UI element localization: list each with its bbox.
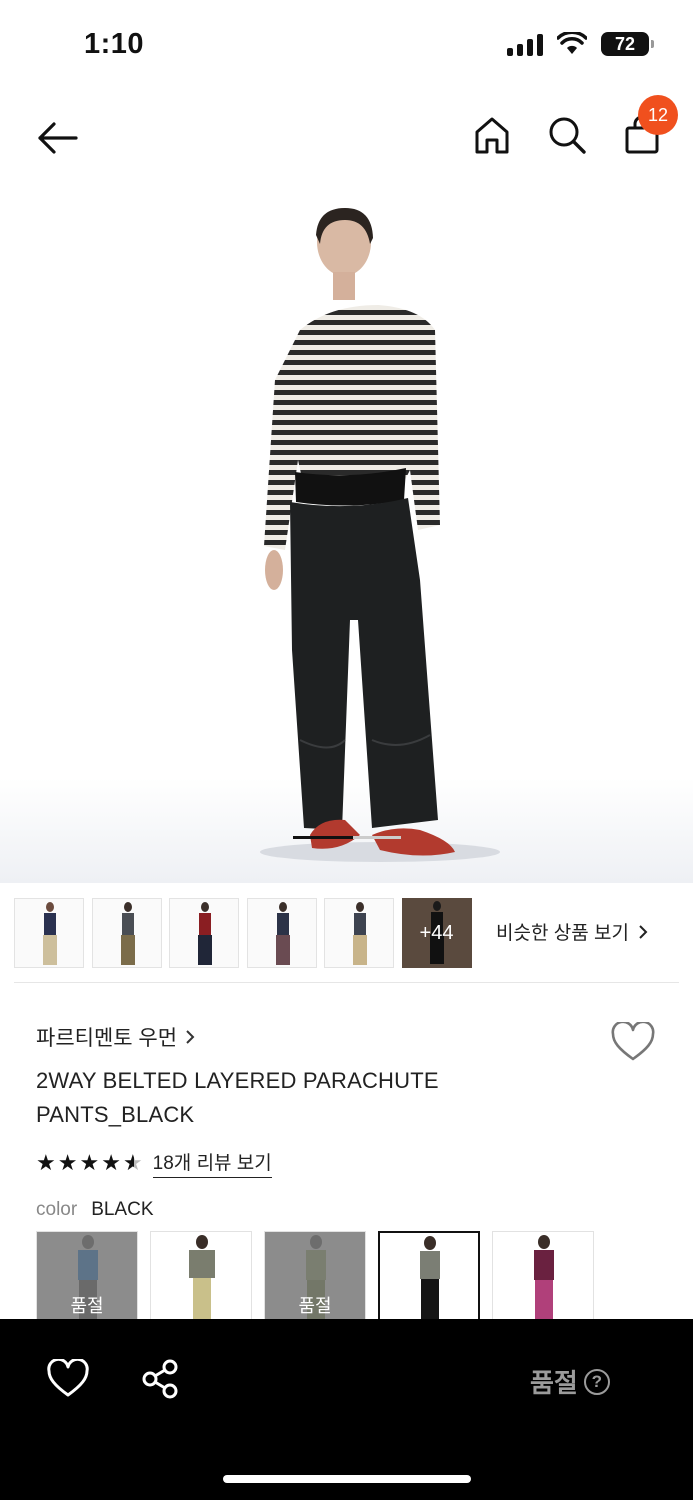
chevron-right-icon bbox=[186, 1030, 195, 1044]
divider bbox=[14, 982, 679, 983]
thumbnail-item[interactable] bbox=[169, 898, 239, 968]
wifi-icon bbox=[557, 32, 587, 54]
star-icon: ★ bbox=[79, 1150, 100, 1175]
chevron-right-icon bbox=[639, 924, 648, 939]
brand-name: 파르티멘토 우먼 bbox=[36, 1027, 178, 1050]
product-name: 2WAY BELTED LAYERED PARACHUTE PANTS_BLAC… bbox=[36, 1064, 556, 1132]
similar-products-label: 비슷한 상품 보기 bbox=[496, 923, 629, 944]
help-icon[interactable]: ? bbox=[583, 1368, 610, 1395]
brand-link[interactable]: 파르티멘토 우먼 bbox=[36, 1022, 195, 1052]
product-name-line-2: PANTS_BLACK bbox=[36, 1102, 195, 1127]
star-icon: ★ bbox=[36, 1150, 56, 1175]
star-rating: ★ ★ ★ ★ ★ bbox=[36, 1150, 143, 1176]
status-icons: 72 bbox=[507, 32, 654, 56]
thumbnail-more-button[interactable]: +44 bbox=[401, 898, 472, 968]
color-label: color bbox=[36, 1199, 78, 1220]
model-illustration bbox=[260, 208, 500, 862]
bottom-action-bar: 품절 ? bbox=[0, 1319, 693, 1500]
search-icon[interactable] bbox=[545, 113, 589, 157]
share-icon[interactable] bbox=[138, 1357, 182, 1401]
back-arrow-icon[interactable] bbox=[34, 115, 80, 161]
thumbnail-item[interactable] bbox=[14, 898, 84, 968]
signal-icon bbox=[507, 32, 543, 56]
image-pager bbox=[293, 836, 401, 839]
home-indicator bbox=[223, 1475, 471, 1483]
sold-out-label: 품절 bbox=[298, 1296, 332, 1316]
color-value: BLACK bbox=[91, 1199, 154, 1220]
review-link[interactable]: 18개 리뷰 보기 bbox=[152, 1148, 272, 1178]
star-icon: ★ bbox=[101, 1150, 121, 1175]
cart-count-badge: 12 bbox=[638, 95, 678, 135]
status-time: 1:10 bbox=[84, 28, 145, 60]
color-row: color BLACK bbox=[36, 1199, 154, 1221]
sold-out-status: 품절 ? bbox=[530, 1363, 610, 1400]
half-star-icon: ★ bbox=[122, 1150, 143, 1175]
swatch-magenta[interactable] bbox=[492, 1231, 594, 1323]
color-swatches: 품절 품절 bbox=[36, 1231, 594, 1323]
swatch-olive[interactable]: 품절 bbox=[264, 1231, 366, 1323]
thumbnail-item[interactable] bbox=[246, 898, 317, 968]
home-icon[interactable] bbox=[470, 113, 514, 157]
battery-icon: 72 bbox=[601, 32, 654, 56]
wishlist-heart-icon[interactable] bbox=[46, 1359, 90, 1399]
more-count-label: +44 bbox=[419, 921, 454, 944]
thumbnail-item[interactable] bbox=[324, 898, 394, 968]
swatch-blue-grey[interactable]: 품절 bbox=[36, 1231, 138, 1323]
similar-products-link[interactable]: 비슷한 상품 보기 bbox=[496, 918, 649, 945]
swatch-black[interactable] bbox=[378, 1231, 480, 1323]
sold-out-status-label: 품절 bbox=[530, 1368, 578, 1398]
wishlist-heart-icon[interactable] bbox=[611, 1022, 655, 1062]
thumbnail-item[interactable] bbox=[91, 898, 162, 968]
rating-row: ★ ★ ★ ★ ★ 18개 리뷰 보기 bbox=[36, 1148, 272, 1178]
top-nav: 12 bbox=[0, 95, 693, 180]
swatch-khaki[interactable] bbox=[150, 1231, 252, 1323]
product-name-line-1: 2WAY BELTED LAYERED PARACHUTE bbox=[36, 1068, 439, 1093]
product-hero-image[interactable] bbox=[0, 180, 693, 883]
sold-out-label: 품절 bbox=[70, 1296, 104, 1316]
star-icon: ★ bbox=[57, 1150, 78, 1175]
status-bar: 1:10 72 bbox=[0, 0, 693, 90]
